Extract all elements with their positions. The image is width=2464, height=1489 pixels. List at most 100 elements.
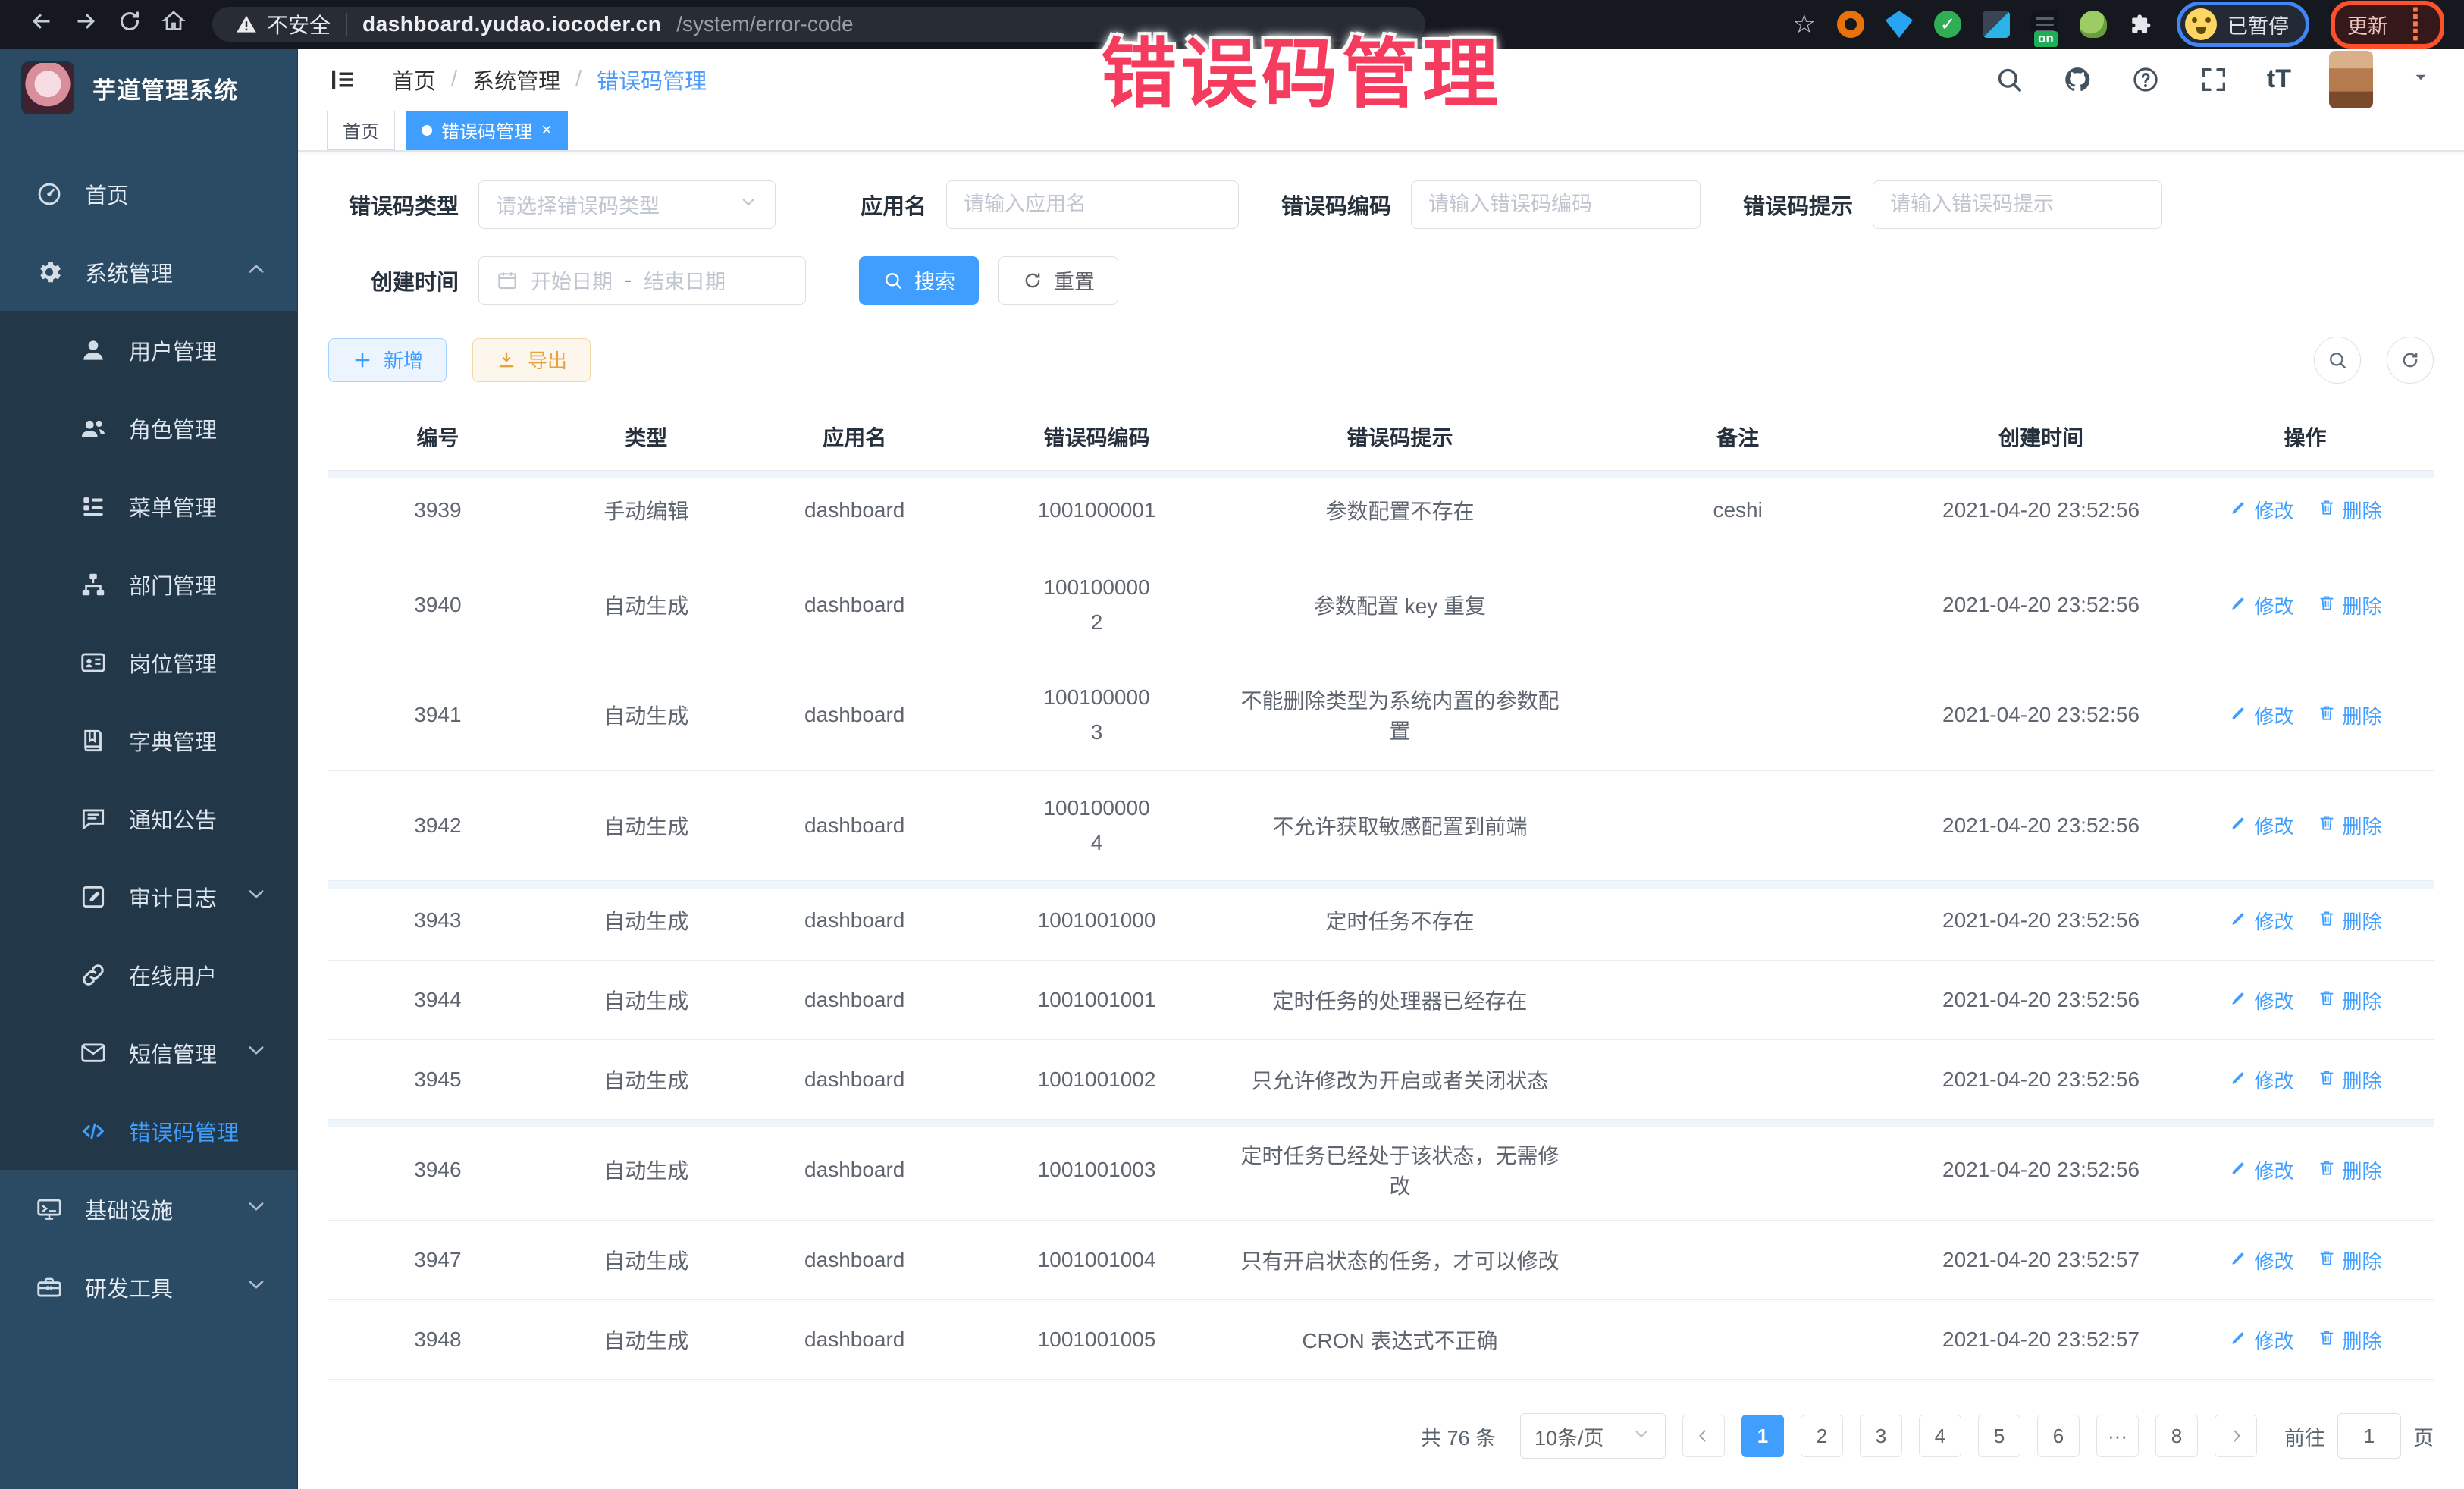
page-button-5[interactable]: 5 bbox=[1978, 1415, 2020, 1457]
cell-time: 2021-04-20 23:52:56 bbox=[1905, 471, 2177, 550]
github-icon[interactable] bbox=[2062, 64, 2093, 95]
extension-grid-icon[interactable] bbox=[1983, 11, 2010, 38]
delete-link[interactable]: 删除 bbox=[2317, 811, 2382, 839]
cell-code: 1001001005 bbox=[964, 1300, 1230, 1379]
not-secure-warning[interactable]: 不安全 bbox=[235, 9, 331, 39]
fullscreen-icon[interactable] bbox=[2199, 64, 2229, 95]
sidebar-item-users[interactable]: 角色管理 bbox=[0, 389, 297, 467]
edit-link[interactable]: 修改 bbox=[2229, 591, 2294, 619]
extension-donut-icon[interactable] bbox=[1837, 11, 1864, 38]
date-range-picker[interactable]: 开始日期 - 结束日期 bbox=[478, 256, 806, 305]
edit-link[interactable]: 修改 bbox=[2229, 1066, 2294, 1094]
next-page-button[interactable] bbox=[2215, 1415, 2257, 1457]
extension-tool-icon[interactable] bbox=[2080, 11, 2107, 38]
browser-update-area[interactable]: 更新 ⋮⋮ bbox=[2331, 1, 2444, 49]
sidebar-item-online-user[interactable]: 在线用户 bbox=[0, 936, 297, 1014]
browser-menu-icon[interactable]: ⋮⋮ bbox=[2403, 10, 2428, 39]
edit-link[interactable]: 修改 bbox=[2229, 1156, 2294, 1184]
edit-link[interactable]: 修改 bbox=[2229, 1326, 2294, 1354]
edit-link[interactable]: 修改 bbox=[2229, 986, 2294, 1014]
page-ellipsis[interactable]: ··· bbox=[2096, 1415, 2139, 1457]
edit-link[interactable]: 修改 bbox=[2229, 811, 2294, 839]
forward-icon[interactable] bbox=[64, 8, 108, 42]
sidebar-item-book[interactable]: 字典管理 bbox=[0, 701, 297, 779]
edit-link[interactable]: 修改 bbox=[2229, 1246, 2294, 1274]
export-button[interactable]: 导出 bbox=[472, 338, 591, 382]
user-avatar[interactable] bbox=[2329, 51, 2373, 108]
cell-remark bbox=[1570, 1300, 1905, 1379]
extension-check-icon[interactable]: ✓ bbox=[1934, 11, 1961, 38]
tab-error-code[interactable]: 错误码管理 × bbox=[406, 111, 568, 150]
search-button[interactable]: 搜索 bbox=[859, 256, 979, 305]
delete-link[interactable]: 删除 bbox=[2317, 701, 2382, 729]
app-logo-row[interactable]: 芋道管理系统 bbox=[0, 49, 297, 127]
sidebar-item-audit-log[interactable]: 审计日志 bbox=[0, 857, 297, 936]
sidebar-item-user[interactable]: 用户管理 bbox=[0, 311, 297, 389]
show-search-button[interactable] bbox=[2314, 337, 2361, 384]
edit-link[interactable]: 修改 bbox=[2229, 907, 2294, 935]
delete-link[interactable]: 删除 bbox=[2317, 591, 2382, 619]
page-button-4[interactable]: 4 bbox=[1919, 1415, 1961, 1457]
back-icon[interactable] bbox=[20, 8, 64, 42]
page-button-3[interactable]: 3 bbox=[1860, 1415, 1902, 1457]
search-icon[interactable] bbox=[1994, 64, 2024, 95]
error-code-input-wrap bbox=[1411, 180, 1701, 229]
delete-link[interactable]: 删除 bbox=[2317, 1246, 2382, 1274]
warning-icon bbox=[235, 13, 258, 36]
reset-button[interactable]: 重置 bbox=[998, 256, 1118, 305]
sidebar-item-label: 部门管理 bbox=[129, 569, 217, 600]
chevron-down-icon bbox=[246, 883, 267, 911]
extensions-puzzle-icon[interactable] bbox=[2128, 11, 2155, 38]
add-button[interactable]: 新增 bbox=[328, 338, 447, 382]
breadcrumb-home[interactable]: 首页 bbox=[392, 64, 436, 96]
delete-link[interactable]: 删除 bbox=[2317, 986, 2382, 1014]
delete-link[interactable]: 删除 bbox=[2317, 496, 2382, 524]
page-button-6[interactable]: 6 bbox=[2037, 1415, 2080, 1457]
refresh-button[interactable] bbox=[2387, 337, 2434, 384]
breadcrumb-system[interactable]: 系统管理 bbox=[472, 64, 560, 96]
end-date-placeholder[interactable]: 结束日期 bbox=[644, 265, 726, 295]
sidebar-item-devtools[interactable]: 研发工具 bbox=[0, 1248, 297, 1326]
update-button[interactable]: 更新 bbox=[2347, 10, 2388, 39]
page-button-2[interactable]: 2 bbox=[1801, 1415, 1843, 1457]
reload-icon[interactable] bbox=[108, 8, 152, 42]
sidebar-item-sms[interactable]: 短信管理 bbox=[0, 1014, 297, 1092]
app-name-input[interactable] bbox=[964, 193, 1221, 216]
start-date-placeholder[interactable]: 开始日期 bbox=[531, 265, 613, 295]
sidebar-item-id-card[interactable]: 岗位管理 bbox=[0, 623, 297, 701]
delete-link[interactable]: 删除 bbox=[2317, 1066, 2382, 1094]
sidebar-item-infrastructure[interactable]: 基础设施 bbox=[0, 1170, 297, 1248]
cell-app: dashboard bbox=[745, 1221, 964, 1299]
bookmark-star-icon[interactable]: ☆ bbox=[1793, 9, 1816, 39]
hamburger-icon[interactable] bbox=[327, 64, 359, 96]
page-button-8[interactable]: 8 bbox=[2155, 1415, 2198, 1457]
sidebar-item-code[interactable]: 错误码管理 bbox=[0, 1092, 297, 1170]
delete-link[interactable]: 删除 bbox=[2317, 907, 2382, 935]
page-button-1[interactable]: 1 bbox=[1741, 1415, 1784, 1457]
prev-page-button[interactable] bbox=[1682, 1415, 1725, 1457]
help-icon[interactable] bbox=[2130, 64, 2161, 95]
delete-icon bbox=[2317, 703, 2337, 728]
tab-home[interactable]: 首页 bbox=[327, 111, 395, 150]
home-icon[interactable] bbox=[152, 8, 196, 42]
edit-link[interactable]: 修改 bbox=[2229, 496, 2294, 524]
delete-link[interactable]: 删除 bbox=[2317, 1326, 2382, 1354]
extension-gem-icon[interactable] bbox=[1886, 11, 1913, 38]
edit-link[interactable]: 修改 bbox=[2229, 701, 2294, 729]
page-size-select[interactable]: 10条/页 bbox=[1520, 1413, 1666, 1459]
error-code-input[interactable] bbox=[1428, 193, 1683, 216]
sidebar-item-gear[interactable]: 系统管理 bbox=[0, 233, 297, 311]
error-msg-input[interactable] bbox=[1890, 193, 2145, 216]
delete-link[interactable]: 删除 bbox=[2317, 1156, 2382, 1184]
sidebar-item-dashboard[interactable]: 首页 bbox=[0, 155, 297, 233]
sidebar-item-menu-list[interactable]: 菜单管理 bbox=[0, 467, 297, 545]
browser-profile-chip[interactable]: 已暂停 bbox=[2177, 2, 2309, 47]
goto-page-input[interactable] bbox=[2337, 1413, 2401, 1459]
extension-list-icon[interactable]: on bbox=[2031, 11, 2058, 38]
close-icon[interactable]: × bbox=[541, 121, 552, 139]
sidebar-item-org-tree[interactable]: 部门管理 bbox=[0, 545, 297, 623]
font-size-icon[interactable]: tT bbox=[2267, 64, 2291, 94]
caret-down-icon[interactable] bbox=[2411, 67, 2431, 91]
sidebar-item-announcement[interactable]: 通知公告 bbox=[0, 779, 297, 857]
error-type-select[interactable]: 请选择错误码类型 bbox=[478, 180, 776, 229]
